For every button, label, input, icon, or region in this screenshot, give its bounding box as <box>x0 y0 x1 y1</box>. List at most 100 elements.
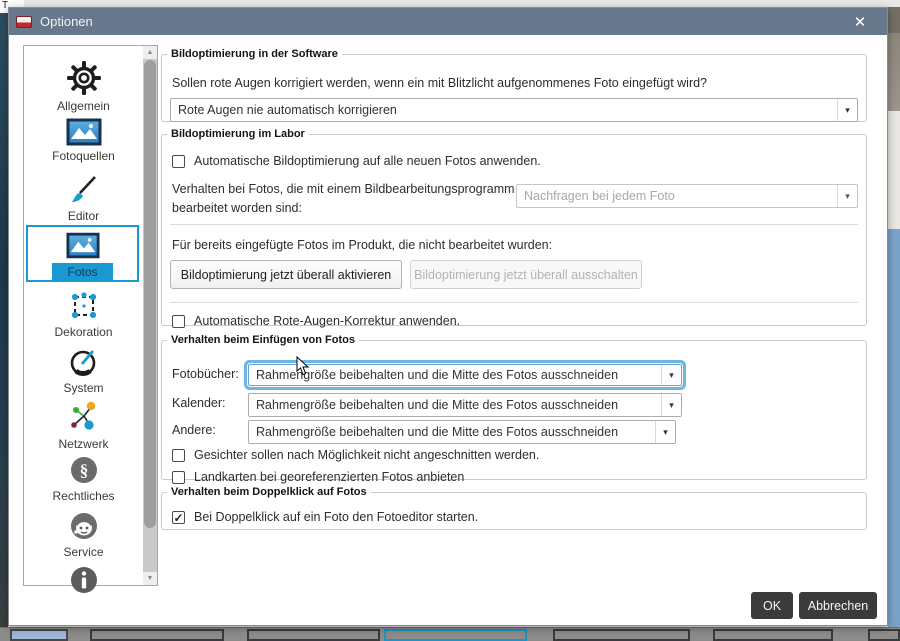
dialog-title: Optionen <box>40 14 93 29</box>
dropdown-value: Rahmengröße beibehalten und die Mitte de… <box>256 398 619 412</box>
mouse-cursor <box>296 356 310 376</box>
headset-icon <box>25 510 142 542</box>
background-segment <box>888 229 900 627</box>
chevron-down-icon: ▾ <box>661 365 681 385</box>
divider <box>170 302 858 303</box>
photo-icon <box>28 232 137 259</box>
divider <box>170 224 858 225</box>
faces-checkbox[interactable] <box>172 448 185 462</box>
background-top-strip <box>0 0 900 7</box>
sidebar-item-label: Dekoration <box>54 325 113 339</box>
andere-label: Andere: <box>172 423 216 437</box>
app-logo-icon <box>16 15 32 28</box>
brush-icon <box>25 174 142 206</box>
sidebar-item-dekoration[interactable]: Dekoration <box>25 290 142 339</box>
section-bildoptimierung-labor: Bildoptimierung im Labor Automatische Bi… <box>161 128 867 328</box>
checkbox-label: Gesichter sollen nach Möglichkeit nicht … <box>194 448 540 462</box>
photo-slot <box>247 629 380 641</box>
close-icon[interactable]: ✕ <box>845 8 875 35</box>
scroll-up-icon[interactable]: ▲ <box>143 46 157 59</box>
sidebar-item-label: Rechtliches <box>52 489 115 503</box>
maps-checkbox[interactable] <box>172 470 185 484</box>
scroll-down-icon[interactable]: ▼ <box>143 572 157 585</box>
ok-button[interactable]: OK <box>751 592 793 619</box>
sidebar-item-label: Fotoquellen <box>52 149 115 163</box>
redeye-correction-checkbox-row: Automatische Rote-Augen-Korrektur anwend… <box>172 314 460 328</box>
info-icon <box>25 564 142 596</box>
sidebar-item-label: Allgemein <box>57 99 110 113</box>
checkbox-label: Landkarten bei georeferenzierten Fotos a… <box>194 470 465 484</box>
photo-icon <box>25 118 142 146</box>
faces-checkbox-row: Gesichter sollen nach Möglichkeit nicht … <box>172 448 539 462</box>
edited-photos-dropdown: Nachfragen bei jedem Foto ▾ <box>516 184 858 208</box>
kalender-dropdown[interactable]: Rahmengröße beibehalten und die Mitte de… <box>248 393 682 417</box>
checkbox-label: Automatische Rote-Augen-Korrektur anwend… <box>194 314 461 328</box>
background-photo-right <box>888 7 900 627</box>
photo-slot <box>10 629 68 641</box>
sidebar-item-editor[interactable]: Editor <box>25 174 142 223</box>
network-icon <box>25 400 142 434</box>
deactivate-optimization-button: Bildoptimierung jetzt überall ausschalte… <box>410 260 642 289</box>
auto-optimize-checkbox[interactable] <box>172 154 185 168</box>
sidebar-item-fotoquellen[interactable]: Fotoquellen <box>25 118 142 163</box>
photo-slot <box>90 629 224 641</box>
sidebar-item-label: System <box>63 381 104 395</box>
fotobuecher-dropdown[interactable]: Rahmengröße beibehalten und die Mitte de… <box>248 364 682 386</box>
activate-optimization-button[interactable]: Bildoptimierung jetzt überall aktivieren <box>170 260 402 289</box>
sidebar-item-info[interactable] <box>25 564 142 596</box>
chevron-down-icon: ▾ <box>661 394 681 416</box>
sidebar-item-system[interactable]: System <box>25 346 142 395</box>
section-legend: Verhalten beim Einfügen von Fotos <box>171 334 355 346</box>
titlebar[interactable]: Optionen ✕ <box>9 8 887 35</box>
section-legend: Verhalten beim Doppelklick auf Fotos <box>171 486 367 498</box>
photo-slot-selected <box>384 629 527 641</box>
sidebar-item-netzwerk[interactable]: Netzwerk <box>25 400 142 451</box>
options-dialog: Optionen ✕ Allgemein Fotoquellen Editor … <box>8 7 888 626</box>
gear-icon <box>25 60 142 96</box>
sidebar-scrollbar[interactable]: ▲ ▼ <box>143 46 157 585</box>
photo-slot <box>868 629 900 641</box>
section-doppelklick-fotos: Verhalten beim Doppelklick auf Fotos ✓ B… <box>161 486 867 530</box>
redeye-correction-checkbox[interactable] <box>172 314 185 328</box>
sidebar-item-rechtliches[interactable]: § Rechtliches <box>25 454 142 503</box>
cancel-button[interactable]: Abbrechen <box>799 592 877 619</box>
doubleclick-editor-checkbox-row: ✓ Bei Doppelklick auf ein Foto den Fotoe… <box>172 510 478 524</box>
background-segment <box>888 7 900 33</box>
kalender-label: Kalender: <box>172 396 226 410</box>
edited-photos-label: Verhalten bei Fotos, die mit einem Bildb… <box>172 182 515 216</box>
background-segment <box>888 111 900 229</box>
redeye-dropdown[interactable]: Rote Augen nie automatisch korrigieren ▾ <box>170 98 858 122</box>
dropdown-value: Rahmengröße beibehalten und die Mitte de… <box>256 425 619 439</box>
sidebar-item-fotos[interactable]: Fotos <box>26 225 139 282</box>
section-bildoptimierung-software: Bildoptimierung in der Software Sollen r… <box>161 48 867 122</box>
chevron-down-icon: ▾ <box>655 421 675 443</box>
photo-slot <box>713 629 833 641</box>
sidebar-item-label: Netzwerk <box>58 437 109 451</box>
photo-slot <box>553 629 690 641</box>
maps-checkbox-row: Landkarten bei georeferenzierten Fotos a… <box>172 470 464 484</box>
sidebar-item-service[interactable]: Service <box>25 510 142 559</box>
sidebar-item-label: Fotos <box>52 263 113 282</box>
section-legend: Bildoptimierung in der Software <box>171 48 338 60</box>
checkbox-label: Automatische Bildoptimierung auf alle ne… <box>194 154 541 168</box>
redeye-question: Sollen rote Augen korrigiert werden, wen… <box>172 76 708 90</box>
dropdown-value: Rahmengröße beibehalten und die Mitte de… <box>256 368 619 382</box>
checkbox-label: Bei Doppelklick auf ein Foto den Fotoedi… <box>194 510 479 524</box>
andere-dropdown[interactable]: Rahmengröße beibehalten und die Mitte de… <box>248 420 676 444</box>
chevron-down-icon: ▾ <box>837 99 857 121</box>
svg-text:§: § <box>79 461 88 480</box>
inserted-photos-label: Für bereits eingefügte Fotos im Produkt,… <box>172 238 553 252</box>
dropdown-value: Rote Augen nie automatisch korrigieren <box>178 103 397 117</box>
background-photo-left <box>0 0 8 641</box>
paragraph-icon: § <box>25 454 142 486</box>
transform-icon <box>25 290 142 322</box>
background-photo-strip <box>0 627 900 641</box>
scrollbar-thumb[interactable] <box>144 60 156 528</box>
sidebar-item-allgemein[interactable]: Allgemein <box>25 60 142 113</box>
sidebar-item-label: Service <box>63 545 104 559</box>
dropdown-value: Nachfragen bei jedem Foto <box>524 189 675 203</box>
gauge-icon <box>25 346 142 378</box>
doubleclick-editor-checkbox[interactable]: ✓ <box>172 510 185 524</box>
auto-optimize-checkbox-row: Automatische Bildoptimierung auf alle ne… <box>172 154 541 168</box>
sidebar: Allgemein Fotoquellen Editor Fotos Dekor… <box>23 45 158 593</box>
